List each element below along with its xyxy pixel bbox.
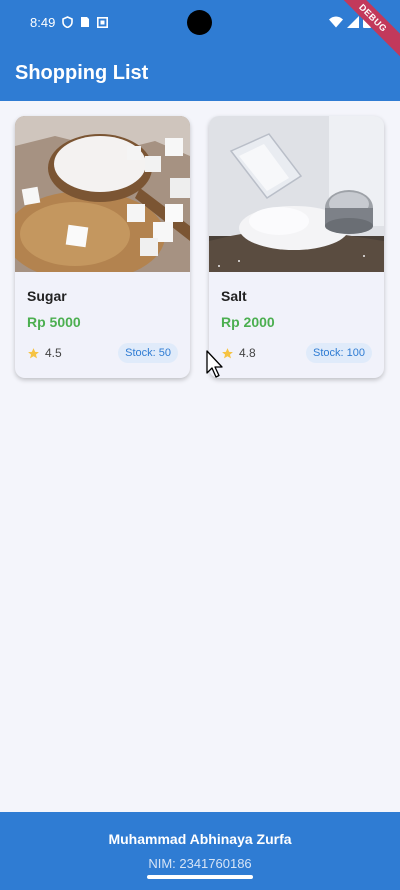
signal-icon	[347, 15, 359, 28]
shield-icon	[62, 16, 73, 28]
product-price: Rp 2000	[221, 314, 275, 330]
wifi-icon	[329, 16, 343, 27]
footer-author-name: Muhammad Abhinaya Zurfa	[108, 831, 292, 847]
status-left-icons	[62, 16, 108, 28]
rating-value: 4.5	[45, 346, 62, 360]
product-rating: 4.5	[27, 346, 62, 360]
mouse-cursor-icon	[206, 350, 223, 378]
product-name: Sugar	[27, 288, 67, 304]
stock-badge: Stock: 100	[306, 343, 372, 363]
rating-value: 4.8	[239, 346, 256, 360]
product-grid: Sugar Rp 5000 4.5 Stock: 50 Salt Rp 2000…	[15, 116, 384, 378]
stock-badge: Stock: 50	[118, 343, 178, 363]
home-indicator[interactable]	[147, 875, 253, 879]
status-time: 8:49	[30, 15, 56, 30]
product-name: Salt	[221, 288, 247, 304]
status-bar: 8:49	[0, 0, 400, 44]
sugar-image	[15, 116, 190, 272]
footer: Muhammad Abhinaya Zurfa NIM: 2341760186	[0, 812, 400, 890]
camera-cutout	[187, 10, 212, 35]
page-title: Shopping List	[15, 62, 149, 84]
star-icon	[28, 347, 39, 358]
product-card-sugar[interactable]: Sugar Rp 5000 4.5 Stock: 50	[15, 116, 190, 378]
notification-icon	[97, 16, 108, 28]
app-bar: 8:49 DEBUG Shopping List	[0, 0, 400, 101]
sim-card-icon	[81, 17, 89, 27]
product-price: Rp 5000	[27, 314, 81, 330]
product-card-salt[interactable]: Salt Rp 2000 4.8 Stock: 100	[209, 116, 384, 378]
product-rating: 4.8	[221, 346, 256, 360]
footer-nim: NIM: 2341760186	[148, 856, 252, 871]
salt-image	[209, 116, 384, 272]
